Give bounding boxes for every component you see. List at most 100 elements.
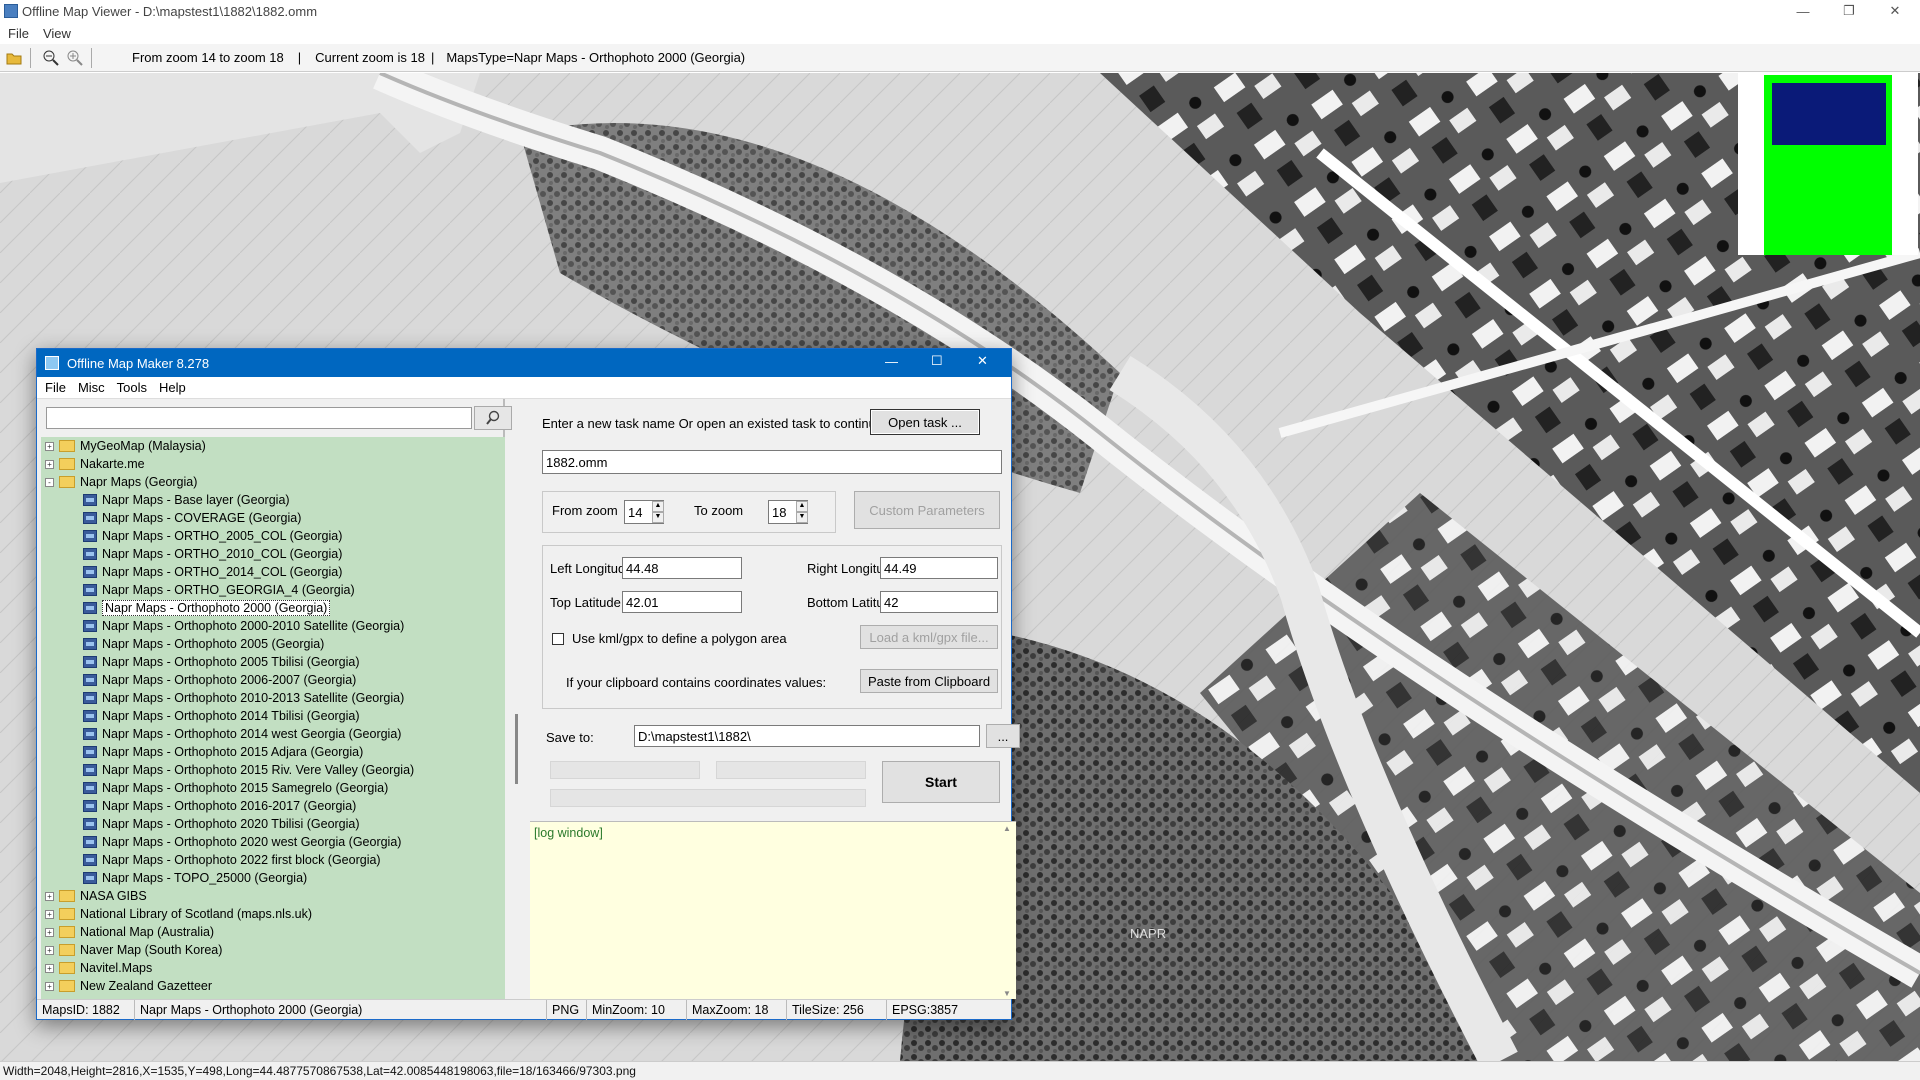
expand-icon[interactable]: + — [45, 927, 54, 937]
log-text: [log window] — [534, 826, 603, 840]
left-longitude-input[interactable]: 44.48 — [622, 557, 742, 579]
right-longitude-input[interactable]: 44.49 — [880, 557, 998, 579]
tree-map-item[interactable]: Napr Maps - Orthophoto 2006-2007 (Georgi… — [83, 671, 356, 689]
kml-checkbox[interactable] — [552, 633, 564, 645]
tree-item-label: Napr Maps - ORTHO_2005_COL (Georgia) — [102, 529, 343, 543]
maker-menu-help[interactable]: Help — [159, 380, 186, 395]
expand-icon[interactable]: + — [45, 891, 54, 901]
toolbar-separator — [91, 47, 92, 68]
zoom-out-icon[interactable] — [41, 48, 61, 68]
minimize-button[interactable]: — — [1780, 0, 1826, 22]
tree-map-item[interactable]: Napr Maps - Orthophoto 2015 Riv. Vere Va… — [83, 761, 414, 779]
map-search-button[interactable] — [474, 406, 512, 430]
tree-map-item[interactable]: Napr Maps - ORTHO_2014_COL (Georgia) — [83, 563, 342, 581]
current-zoom-info: Current zoom is 18 — [315, 50, 425, 65]
tree-map-item[interactable]: Napr Maps - ORTHO_2010_COL (Georgia) — [83, 545, 342, 563]
maker-menu-misc[interactable]: Misc — [78, 380, 105, 395]
tree-item-label: Napr Maps - Orthophoto 2020 west Georgia… — [102, 835, 402, 849]
folder-icon — [59, 980, 75, 992]
tree-folder-item[interactable]: + National Library of Scotland (maps.nls.… — [45, 905, 312, 923]
collapse-icon[interactable]: - — [45, 477, 54, 487]
expand-icon[interactable]: + — [45, 909, 54, 919]
tree-folder-item[interactable]: + New Zealand Gazetteer — [45, 977, 212, 995]
log-window[interactable]: [log window] ▲ ▼ — [530, 821, 1016, 999]
maker-minimize-button[interactable]: — — [885, 354, 898, 369]
restore-button[interactable]: ❐ — [1826, 0, 1872, 22]
expand-icon[interactable]: + — [45, 963, 54, 973]
kml-label: Use kml/gpx to define a polygon area — [572, 631, 787, 646]
map-layer-icon — [83, 800, 97, 812]
tree-item-label: New Zealand Gazetteer — [80, 979, 213, 993]
tree-map-item[interactable]: Napr Maps - TOPO_25000 (Georgia) — [83, 869, 307, 887]
log-scrollbar[interactable]: ▲ ▼ — [1000, 824, 1014, 998]
map-layer-icon — [83, 764, 97, 776]
menu-view[interactable]: View — [43, 26, 71, 41]
tree-map-item[interactable]: Napr Maps - Orthophoto 2010-2013 Satelli… — [83, 689, 404, 707]
from-zoom-down-icon[interactable]: ▼ — [652, 512, 664, 523]
tree-item-label: National Library of Scotland (maps.nls.u… — [80, 907, 313, 921]
tree-item-label: Napr Maps - Orthophoto 2015 Riv. Vere Va… — [102, 763, 415, 777]
map-search-input[interactable] — [46, 407, 472, 429]
tree-map-item[interactable]: Napr Maps - Orthophoto 2015 Adjara (Geor… — [83, 743, 363, 761]
tree-folder-item[interactable]: - Napr Maps (Georgia) — [45, 473, 197, 491]
to-zoom-down-icon[interactable]: ▼ — [796, 512, 808, 523]
tree-map-item[interactable]: Napr Maps - Orthophoto 2000-2010 Satelli… — [83, 617, 404, 635]
save-path-input[interactable]: D:\mapstest1\1882\ — [634, 725, 980, 747]
tree-folder-item[interactable]: + National Map (Australia) — [45, 923, 214, 941]
paste-clipboard-button[interactable]: Paste from Clipboard — [860, 669, 998, 693]
start-button[interactable]: Start — [882, 761, 1000, 803]
tree-map-item[interactable]: Napr Maps - Orthophoto 2000 (Georgia) — [83, 599, 331, 617]
tree-map-item[interactable]: Napr Maps - Orthophoto 2020 Tbilisi (Geo… — [83, 815, 360, 833]
browse-button[interactable]: ... — [986, 724, 1020, 748]
tree-map-item[interactable]: Napr Maps - Orthophoto 2022 first block … — [83, 851, 381, 869]
tree-folder-item[interactable]: + MyGeoMap (Malaysia) — [45, 437, 206, 455]
tree-map-item[interactable]: Napr Maps - Orthophoto 2016-2017 (Georgi… — [83, 797, 356, 815]
close-button[interactable]: ✕ — [1872, 0, 1918, 22]
load-kml-button[interactable]: Load a kml/gpx file... — [860, 625, 998, 649]
tree-map-item[interactable]: Napr Maps - Orthophoto 2005 (Georgia) — [83, 635, 324, 653]
map-layer-icon — [83, 854, 97, 866]
maker-menubar: File Misc Tools Help — [37, 377, 1011, 399]
tree-map-item[interactable]: Napr Maps - Orthophoto 2020 west Georgia… — [83, 833, 401, 851]
overview-minimap[interactable] — [1738, 73, 1918, 255]
from-zoom-up-icon[interactable]: ▲ — [652, 501, 664, 512]
from-zoom-label: From zoom — [552, 503, 618, 518]
maker-maximize-button[interactable]: ☐ — [931, 353, 943, 369]
task-name-input[interactable]: 1882.omm — [542, 450, 1002, 474]
tree-map-item[interactable]: Napr Maps - Orthophoto 2014 west Georgia… — [83, 725, 401, 743]
tree-map-item[interactable]: Napr Maps - ORTHO_GEORGIA_4 (Georgia) — [83, 581, 355, 599]
map-source-tree[interactable]: + MyGeoMap (Malaysia) + Nakarte.me - Napr Map… — [41, 437, 505, 999]
map-layer-icon — [83, 530, 97, 542]
menu-file[interactable]: File — [8, 26, 29, 41]
expand-icon[interactable]: + — [45, 441, 54, 451]
overview-viewport-box[interactable] — [1772, 83, 1886, 145]
zoom-in-icon[interactable] — [65, 48, 85, 68]
status-maps-id: MapsID: 1882 — [37, 1000, 135, 1020]
tree-map-item[interactable]: Napr Maps - Orthophoto 2015 Samegrelo (G… — [83, 779, 388, 797]
expand-icon[interactable]: + — [45, 459, 54, 469]
open-task-button[interactable]: Open task ... — [870, 409, 980, 435]
top-latitude-input[interactable]: 42.01 — [622, 591, 742, 613]
maker-menu-tools[interactable]: Tools — [117, 380, 147, 395]
expand-icon[interactable]: + — [45, 981, 54, 991]
to-zoom-up-icon[interactable]: ▲ — [796, 501, 808, 512]
tree-item-label: Nakarte.me — [80, 457, 145, 471]
tree-map-item[interactable]: Napr Maps - Orthophoto 2014 Tbilisi (Geo… — [83, 707, 360, 725]
tree-folder-item[interactable]: + NASA GIBS — [45, 887, 147, 905]
expand-icon[interactable]: + — [45, 945, 54, 955]
maker-close-button[interactable]: ✕ — [977, 353, 988, 369]
tree-map-item[interactable]: Napr Maps - Orthophoto 2005 Tbilisi (Geo… — [83, 653, 360, 671]
tree-folder-item[interactable]: + Naver Map (South Korea) — [45, 941, 222, 959]
tree-scrollbar-thumb[interactable] — [515, 714, 518, 784]
custom-parameters-button[interactable]: Custom Parameters — [854, 491, 1000, 529]
maker-menu-file[interactable]: File — [45, 380, 66, 395]
bottom-latitude-input[interactable]: 42 — [880, 591, 998, 613]
left-longitude-label: Left Longitude — [550, 561, 633, 576]
tree-map-item[interactable]: Napr Maps - COVERAGE (Georgia) — [83, 509, 301, 527]
open-folder-icon[interactable] — [4, 48, 24, 68]
tree-folder-item[interactable]: + Nakarte.me — [45, 455, 145, 473]
map-layer-icon — [83, 728, 97, 740]
tree-map-item[interactable]: Napr Maps - ORTHO_2005_COL (Georgia) — [83, 527, 342, 545]
tree-folder-item[interactable]: + Navitel.Maps — [45, 959, 152, 977]
tree-map-item[interactable]: Napr Maps - Base layer (Georgia) — [83, 491, 290, 509]
